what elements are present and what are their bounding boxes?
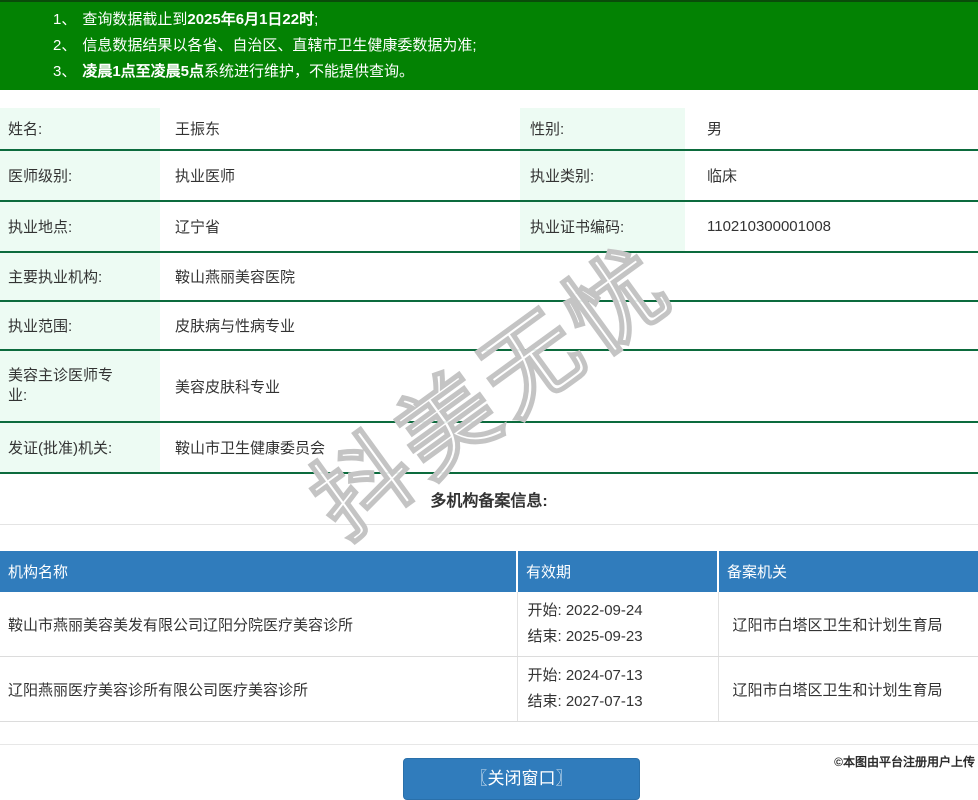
notice-number: 1、 — [53, 11, 76, 28]
notice-item-3: 3、凌晨1点至凌晨5点系统进行维护，不能提供查询。 — [0, 59, 978, 85]
name-value: 王振东 — [160, 108, 520, 150]
validity-start: 开始: 2022-09-24 — [528, 598, 710, 624]
table-row: 辽阳燕丽医疗美容诊所有限公司医疗美容诊所 开始: 2024-07-13 结束: … — [0, 657, 978, 722]
upload-credit: ©本图由平台注册用户上传 — [834, 753, 975, 770]
table-row: 姓名: 王振东 性别: 男 — [0, 108, 978, 150]
cert-no-label: 执业证书编码: — [520, 201, 685, 252]
notice-text: ; — [314, 11, 318, 28]
issuer-label: 发证(批准)机关: — [0, 422, 160, 473]
validity-end: 结束: 2027-07-13 — [528, 689, 710, 715]
practitioner-info-table: 姓名: 王振东 性别: 男 医师级别: 执业医师 执业类别: 临床 执业地点: … — [0, 108, 978, 525]
filing-header-org: 机构名称 — [0, 551, 517, 592]
notice-number: 2、 — [53, 37, 76, 54]
validity-start: 开始: 2024-07-13 — [528, 663, 710, 689]
table-row: 鞍山市燕丽美容美发有限公司辽阳分院医疗美容诊所 开始: 2022-09-24 结… — [0, 592, 978, 657]
filing-table: 机构名称 有效期 备案机关 鞍山市燕丽美容美发有限公司辽阳分院医疗美容诊所 开始… — [0, 551, 978, 722]
main-org-value: 鞍山燕丽美容医院 — [160, 252, 978, 301]
org-name: 鞍山市燕丽美容美发有限公司辽阳分院医疗美容诊所 — [0, 592, 517, 657]
cosmetic-specialty-label: 美容主诊医师专业: — [0, 350, 160, 422]
table-row: 执业范围: 皮肤病与性病专业 — [0, 301, 978, 350]
notice-text: 信息数据结果以各省、自治区、直辖市卫生健康委数据为准; — [82, 37, 476, 54]
gender-value: 男 — [685, 108, 978, 150]
table-row: 多机构备案信息: — [0, 473, 978, 525]
validity-period: 开始: 2022-09-24 结束: 2025-09-23 — [517, 592, 718, 657]
table-row: 执业地点: 辽宁省 执业证书编码: 110210300001008 — [0, 201, 978, 252]
filing-header-validity: 有效期 — [517, 551, 718, 592]
name-label: 姓名: — [0, 108, 160, 150]
table-row: 主要执业机构: 鞍山燕丽美容医院 — [0, 252, 978, 301]
notice-text-bold: 2025年6月1日22时 — [187, 11, 314, 28]
cosmetic-specialty-value: 美容皮肤科专业 — [160, 350, 978, 422]
location-value: 辽宁省 — [160, 201, 520, 252]
notice-item-1: 1、查询数据截止到2025年6月1日22时; — [0, 7, 978, 33]
scope-value: 皮肤病与性病专业 — [160, 301, 978, 350]
notice-text-bold: 凌晨1点至凌晨5点 — [82, 63, 204, 80]
filing-header-authority: 备案机关 — [718, 551, 978, 592]
category-label: 执业类别: — [520, 150, 685, 201]
gender-label: 性别: — [520, 108, 685, 150]
table-row: 医师级别: 执业医师 执业类别: 临床 — [0, 150, 978, 201]
filing-header-row: 机构名称 有效期 备案机关 — [0, 551, 978, 592]
notice-number: 3、 — [53, 63, 76, 80]
category-value: 临床 — [685, 150, 978, 201]
main-org-label: 主要执业机构: — [0, 252, 160, 301]
notice-banner: 1、查询数据截止到2025年6月1日22时; 2、信息数据结果以各省、自治区、直… — [0, 0, 978, 90]
validity-period: 开始: 2024-07-13 结束: 2027-07-13 — [517, 657, 718, 722]
cert-no-value: 110210300001008 — [685, 201, 978, 252]
table-row: 发证(批准)机关: 鞍山市卫生健康委员会 — [0, 422, 978, 473]
validity-end: 结束: 2025-09-23 — [528, 624, 710, 650]
issuer-value: 鞍山市卫生健康委员会 — [160, 422, 978, 473]
multi-org-section-title: 多机构备案信息: — [0, 473, 978, 525]
filing-authority: 辽阳市白塔区卫生和计划生育局 — [718, 657, 978, 722]
divider — [0, 744, 978, 745]
filing-authority: 辽阳市白塔区卫生和计划生育局 — [718, 592, 978, 657]
table-row: 美容主诊医师专业: 美容皮肤科专业 — [0, 350, 978, 422]
scope-label: 执业范围: — [0, 301, 160, 350]
org-name: 辽阳燕丽医疗美容诊所有限公司医疗美容诊所 — [0, 657, 517, 722]
level-label: 医师级别: — [0, 150, 160, 201]
cosmetic-specialty-label-text: 美容主诊医师专业: — [8, 366, 124, 406]
notice-item-2: 2、信息数据结果以各省、自治区、直辖市卫生健康委数据为准; — [0, 33, 978, 59]
close-window-button[interactable]: 〖关闭窗口〗 — [403, 758, 640, 800]
notice-text: 系统进行维护，不能提供查询。 — [204, 63, 414, 80]
location-label: 执业地点: — [0, 201, 160, 252]
level-value: 执业医师 — [160, 150, 520, 201]
notice-text: 查询数据截止到 — [82, 11, 187, 28]
